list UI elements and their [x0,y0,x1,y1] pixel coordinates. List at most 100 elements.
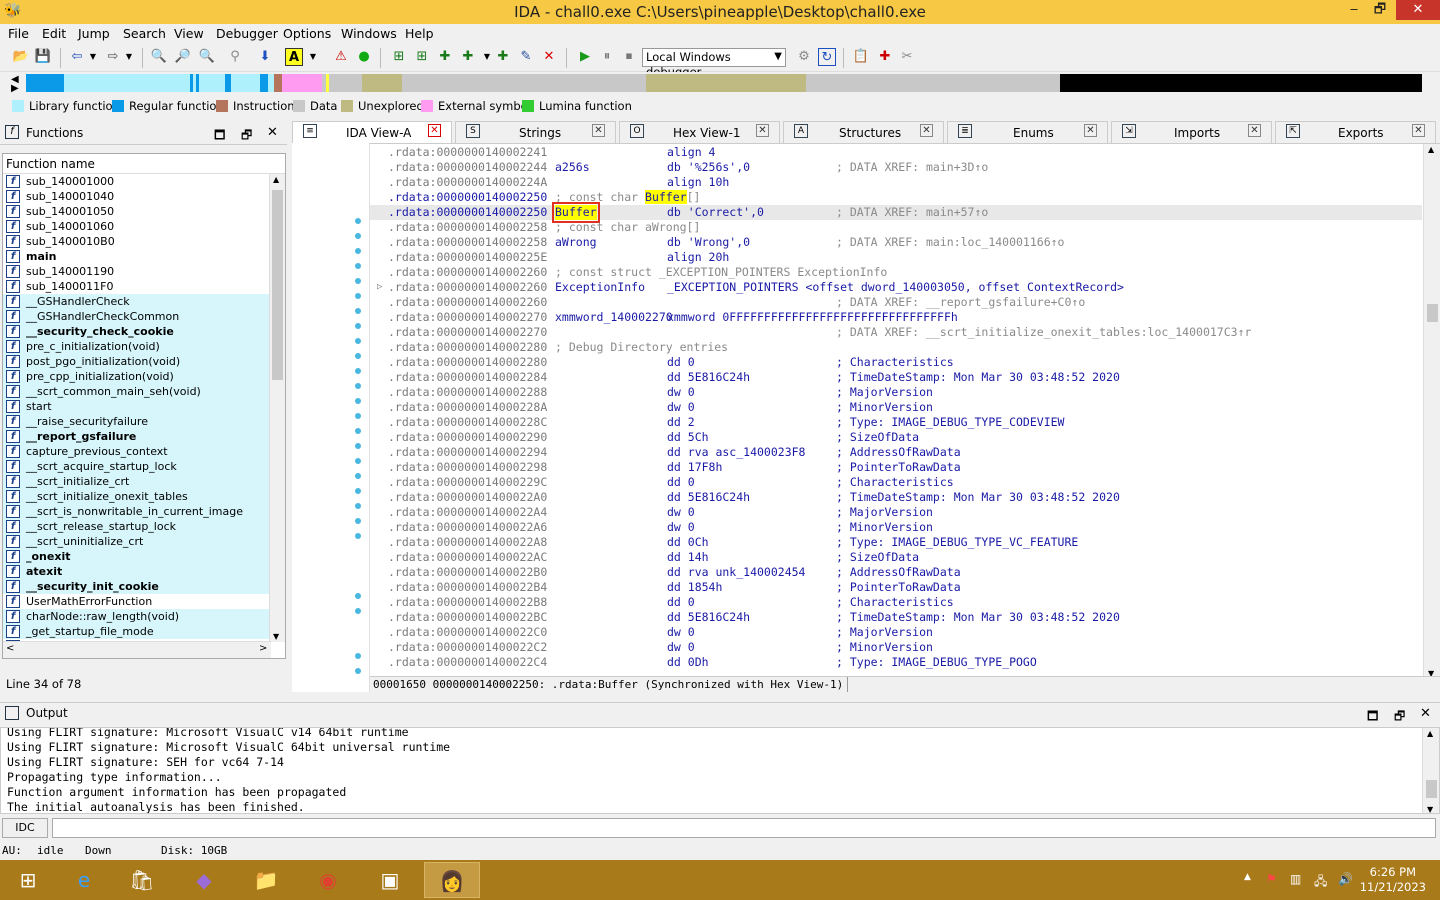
disasm-line[interactable]: .rdata:0000000140002290 dd 5Ch ; SizeOfDat… [370,430,1422,445]
disasm-instruction[interactable]: dw 0 [667,400,695,415]
ida-taskbar-icon[interactable]: 👩 [424,862,480,898]
open-icon[interactable]: 📂 [12,48,30,66]
function-row[interactable]: f pre_c_initialization(void) [3,339,285,354]
scrollbar-thumb[interactable] [272,190,283,380]
search-next-icon[interactable]: ⚲ [226,48,244,66]
function-row[interactable]: f sub_1400010B0 [3,234,285,249]
disasm-line[interactable]: .rdata:0000000140002260 ; DATA XREF: __re… [370,295,1422,310]
internet-explorer-icon[interactable]: e [56,862,112,898]
delete-icon[interactable]: ✕ [540,48,558,66]
function-row[interactable]: f sub_140001000 [3,174,285,189]
tab-exports[interactable]: ⇱ Exports ✕ [1275,121,1436,143]
nav-right-arrow-icon[interactable]: ▶ [11,83,19,94]
disasm-comment-label[interactable]: ; const char aWrong[] [555,220,700,235]
tab-close-icon[interactable]: ✕ [592,124,605,137]
sync-icon[interactable]: ↻ [818,48,836,66]
disasm-line[interactable]: .rdata:000000014000225E align 20h [370,250,1422,265]
panel-float-icon[interactable]: 🗗 [241,126,252,147]
function-row[interactable]: f __scrt_is_nonwritable_in_current_image [3,504,285,519]
functions-list[interactable]: Function name f sub_140001000 f sub_1400010… [2,153,286,659]
add-breakpoint-icon[interactable]: ✚ [876,48,894,66]
panel-close-icon[interactable]: ✕ [1420,706,1431,721]
function-row[interactable]: f __security_init_cookie [3,579,285,594]
disasm-line[interactable]: .rdata:00000001400022A6 dw 0 ; MinorVersio… [370,520,1422,535]
forward-dropdown-icon[interactable]: ▼ [120,48,138,66]
menu-search[interactable]: Search [123,26,166,41]
tray-app-icon[interactable]: ▥ [1290,872,1301,886]
disasm-instruction[interactable]: _EXCEPTION_POINTERS <offset dword_140003… [667,280,1124,295]
disasm-line[interactable]: .rdata:00000001400022B4 dd 1854h ; Pointer… [370,580,1422,595]
disasm-line[interactable]: .rdata:0000000140002244 a256s db '%256s',0… [370,160,1422,175]
debugger-options-icon[interactable]: ⚙ [795,48,813,66]
disasm-comment-label[interactable]: ; const struct _EXCEPTION_POINTERS Excep… [555,265,887,280]
function-row[interactable]: f capture_previous_context [3,444,285,459]
disassembly-view[interactable]: .rdata:0000000140002241 align 4 .rdata:000… [370,143,1440,678]
function-row[interactable]: f pre_cpp_initialization(void) [3,369,285,384]
tools-icon[interactable]: ✂ [898,48,916,66]
function-row[interactable]: f __report_gsfailure [3,429,285,444]
tab-hex-view-1[interactable]: O Hex View-1 ✕ [619,121,780,143]
panel-float-icon[interactable]: 🗗 [1394,707,1405,728]
menu-windows[interactable]: Windows [341,26,397,41]
disasm-label[interactable]: xmmword_140002270 [555,310,673,325]
tab-close-icon[interactable]: ✕ [1248,124,1261,137]
stop-process-icon[interactable]: ⏹ [620,48,638,66]
disasm-instruction[interactable]: dd rva unk_140002454 [667,565,805,580]
disasm-line[interactable]: .rdata:00000001400022C2 dw 0 ; MinorVersio… [370,640,1422,655]
search-immediate-icon[interactable]: 🔍 [198,48,216,66]
menu-help[interactable]: Help [405,26,434,41]
disasm-comment-label[interactable]: ; const char Buffer[] [555,190,700,205]
disasm-instruction[interactable]: dd 17F8h [667,460,722,475]
disasm-line[interactable]: .rdata:0000000140002241 align 4 [370,145,1422,160]
idc-language-button[interactable]: IDC [2,818,48,838]
disasm-instruction[interactable]: dd 0Ch [667,535,709,550]
disasm-label[interactable]: Buffer [552,202,600,223]
disasm-line[interactable]: .rdata:000000014000229C dd 0 ; Characteris… [370,475,1422,490]
network-icon[interactable]: 🖧 [1314,872,1327,893]
volume-icon[interactable]: 🔊 [1338,872,1353,886]
disasm-comment-label[interactable]: ; Debug Directory entries [555,340,728,355]
disasm-instruction[interactable]: dd 1854h [667,580,722,595]
disasm-instruction[interactable]: align 4 [667,145,715,160]
scrollbar-thumb[interactable] [1426,780,1437,798]
tab-close-icon[interactable]: ✕ [756,124,769,137]
tab-close-icon[interactable]: ✕ [428,124,441,137]
disasm-instruction[interactable]: align 10h [667,175,729,190]
start-process-icon[interactable]: ▶ [576,48,594,66]
menu-debugger[interactable]: Debugger [216,26,278,41]
disasm-instruction[interactable]: dd 5E816C24h [667,610,750,625]
text-mode-icon[interactable]: A [285,48,303,66]
menu-file[interactable]: File [8,26,29,41]
disasm-line[interactable]: .rdata:0000000140002298 dd 17F8h ; Pointer… [370,460,1422,475]
function-row[interactable]: f __security_check_cookie [3,324,285,339]
disasm-line[interactable]: .rdata:000000014000228A dw 0 ; MinorVersio… [370,400,1422,415]
close-button[interactable]: ✕ [1396,0,1440,20]
pause-process-icon[interactable]: ⏸ [598,48,616,66]
disasm-line[interactable]: .rdata:00000001400022A4 dw 0 ; MajorVersio… [370,505,1422,520]
disasm-instruction[interactable]: dw 0 [667,505,695,520]
text-mode-dropdown-icon[interactable]: ▼ [304,48,322,66]
function-row[interactable]: f sub_140001040 [3,189,285,204]
command-prompt-icon[interactable]: ▣ [362,862,418,898]
disasm-instruction[interactable]: dd 0 [667,355,695,370]
disasm-label[interactable]: a256s [555,160,590,175]
disasm-line[interactable]: .rdata:00000001400022C4 dd 0Dh ; Type: IMA… [370,655,1422,670]
command-input[interactable] [52,818,1436,838]
jump-down-icon[interactable]: ⬇ [256,48,274,66]
expand-struct-icon[interactable]: ▷ [377,280,382,295]
disasm-line[interactable]: .rdata:00000001400022A8 dd 0Ch ; Type: IMA… [370,535,1422,550]
visual-studio-icon[interactable]: ◆ [176,862,232,898]
function-row[interactable]: f __GSHandlerCheckCommon [3,309,285,324]
function-row[interactable]: f atexit [3,564,285,579]
tab-enums[interactable]: ≣ Enums ✕ [947,121,1108,143]
disasm-line[interactable]: .rdata:0000000140002270 ; DATA XREF: __sc… [370,325,1422,340]
scroll-up-icon[interactable]: ▲ [273,175,279,184]
disasm-label[interactable]: ExceptionInfo [555,280,645,295]
menu-jump[interactable]: Jump [78,26,110,41]
disasm-line[interactable]: .rdata:0000000140002284 dd 5E816C24h ; Tim… [370,370,1422,385]
scroll-down-icon[interactable]: ▼ [1427,805,1433,813]
disasm-line[interactable]: .rdata:00000001400022C0 dw 0 ; MajorVersio… [370,625,1422,640]
disasm-instruction[interactable]: dw 0 [667,385,695,400]
functions-horizontal-scrollbar[interactable]: < > [3,641,271,658]
function-row[interactable]: f __scrt_common_main_seh(void) [3,384,285,399]
